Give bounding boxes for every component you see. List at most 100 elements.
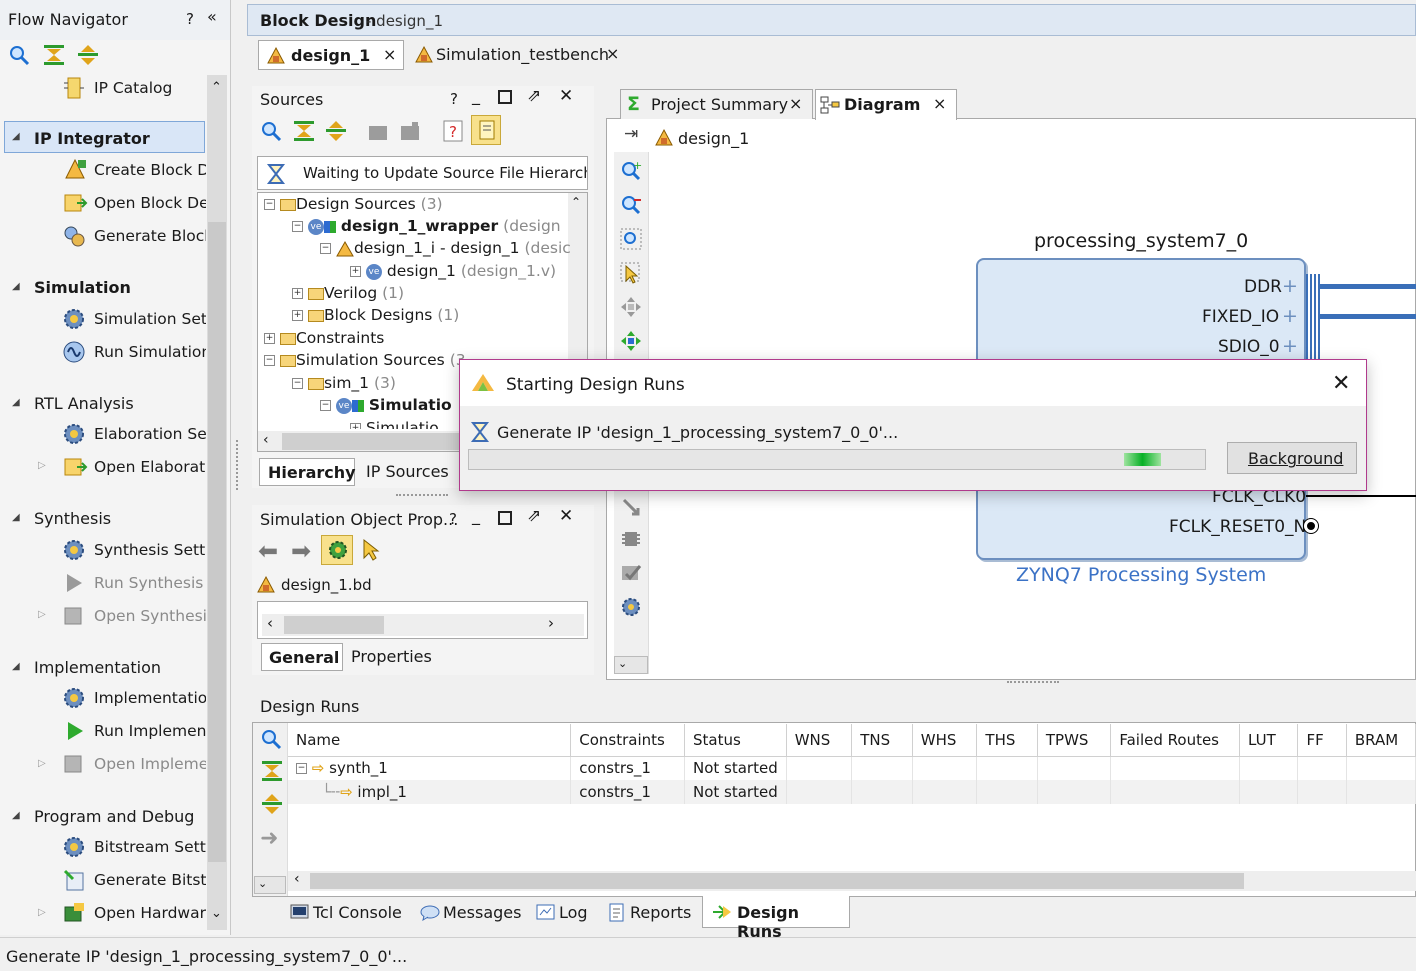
tree-item-block-designs[interactable]: + Block Designs (1): [292, 306, 459, 324]
fixed-io-net[interactable]: [1320, 314, 1416, 319]
tree-toggle[interactable]: +: [292, 310, 303, 321]
tree-item-design-1-i[interactable]: − design_1_i - design_1 (desic: [320, 239, 571, 257]
select-area-icon[interactable]: [620, 262, 642, 284]
close-icon[interactable]: ×: [383, 45, 396, 64]
gear-icon[interactable]: [620, 596, 642, 618]
rtl-analysis-label[interactable]: RTL Analysis: [34, 394, 134, 413]
tree-item-design-1-v[interactable]: + ve design_1 (design_1.v): [350, 262, 556, 280]
collapsed-arrow-icon[interactable]: ▷: [38, 907, 46, 918]
scrollbar-thumb[interactable]: [208, 222, 226, 862]
generate-block-item[interactable]: Generate Block: [94, 227, 206, 245]
tree-item-constraints[interactable]: + Constraints: [264, 329, 384, 347]
launch-run-icon[interactable]: ➜: [260, 826, 278, 851]
close-icon[interactable]: ✕: [1332, 371, 1350, 396]
tree-toggle[interactable]: +: [350, 423, 361, 429]
help-icon[interactable]: ?: [450, 90, 458, 108]
tree-toggle[interactable]: −: [264, 355, 275, 366]
column-header-wns[interactable]: WNS: [786, 724, 853, 757]
column-header-tns[interactable]: TNS: [851, 724, 913, 757]
tab-design-1[interactable]: design_1 ×: [258, 40, 404, 70]
search-icon[interactable]: [260, 120, 284, 142]
tree-toggle[interactable]: −: [292, 378, 303, 389]
column-header-lut[interactable]: LUT: [1239, 724, 1299, 757]
tree-toggle[interactable]: +: [264, 333, 275, 344]
show-hierarchy-button[interactable]: [471, 115, 501, 145]
column-header-name[interactable]: Name: [288, 724, 572, 757]
maximize-icon[interactable]: [498, 511, 512, 525]
scroll-left-icon[interactable]: ‹: [294, 871, 300, 887]
column-header-tpws[interactable]: TPWS: [1037, 724, 1112, 757]
port-fixed-io[interactable]: FIXED_IO: [1202, 307, 1279, 327]
scroll-left-icon[interactable]: ‹: [267, 614, 273, 632]
scroll-down-icon[interactable]: ⌄: [618, 657, 627, 670]
expand-all-icon[interactable]: ⇥: [624, 124, 638, 144]
column-header-failed-routes[interactable]: Failed Routes: [1110, 724, 1240, 757]
expand-all-icon[interactable]: [260, 793, 284, 815]
open-elaborated-item[interactable]: Open Elaborate: [94, 458, 206, 476]
auto-update-button[interactable]: [321, 535, 353, 565]
implementation-settings-item[interactable]: Implementation: [94, 689, 206, 707]
run-implementation-item[interactable]: Run Implementa: [94, 722, 206, 740]
minimize-icon[interactable]: _: [472, 506, 480, 525]
fclk-clk0-net[interactable]: [1306, 495, 1416, 497]
expand-arrow-icon[interactable]: ◢: [12, 810, 20, 821]
scroll-right-icon[interactable]: ›: [548, 614, 554, 632]
open-implemented-item[interactable]: Open Implemen: [94, 755, 206, 773]
collapse-all-icon[interactable]: [292, 120, 316, 142]
column-header-ff[interactable]: FF: [1297, 724, 1347, 757]
port-fclk-reset0-n[interactable]: FCLK_RESET0_N: [1169, 517, 1306, 537]
close-icon[interactable]: ✕: [559, 86, 573, 106]
forward-arrow-icon[interactable]: ➡: [291, 537, 311, 565]
float-icon[interactable]: ⇗: [527, 86, 541, 106]
cursor-icon[interactable]: [360, 538, 380, 562]
column-header-bram[interactable]: BRAM: [1346, 724, 1416, 757]
collapsed-arrow-icon[interactable]: ▷: [38, 758, 46, 769]
scroll-down-icon[interactable]: ⌄: [258, 877, 267, 890]
scroll-up-icon[interactable]: ⌃: [571, 195, 581, 209]
collapse-all-icon[interactable]: [42, 44, 66, 66]
expand-arrow-icon[interactable]: ◢: [12, 512, 20, 523]
expand-port-icon[interactable]: +: [1282, 275, 1298, 297]
column-header-whs[interactable]: WHS: [912, 724, 978, 757]
zoom-fit-icon[interactable]: [620, 228, 642, 250]
expand-arrow-icon[interactable]: ◢: [12, 661, 20, 672]
help-icon[interactable]: ?: [449, 510, 457, 528]
expand-all-icon[interactable]: [324, 120, 348, 142]
open-synthesized-item[interactable]: Open Synthesiz: [94, 607, 206, 625]
route-icon[interactable]: [620, 496, 642, 518]
scroll-up-icon[interactable]: ⌃: [211, 80, 222, 95]
tree-item-sim-sources[interactable]: − Simulation Sources (3: [264, 351, 466, 369]
open-hardware-item[interactable]: Open Hardware: [94, 904, 206, 922]
close-icon[interactable]: ✕: [559, 506, 573, 526]
reset-port-pin[interactable]: [1304, 519, 1318, 533]
elaboration-settings-item[interactable]: Elaboration Set: [94, 425, 206, 443]
collapsed-arrow-icon[interactable]: ▷: [38, 609, 46, 620]
synthesis-label[interactable]: Synthesis: [34, 509, 111, 528]
expand-port-icon[interactable]: +: [1282, 305, 1298, 327]
simulation-label[interactable]: Simulation: [34, 278, 131, 297]
table-row[interactable]: └╌⇨ impl_1 constrs_1 Not started: [288, 780, 1416, 804]
tab-project-summary[interactable]: Σ Project Summary ×: [620, 89, 813, 119]
run-simulation-item[interactable]: Run Simulation: [94, 343, 206, 361]
expand-all-icon[interactable]: [76, 44, 100, 66]
tab-log[interactable]: Log: [530, 898, 594, 926]
expand-arrow-icon[interactable]: ◢: [12, 281, 20, 292]
tree-item-simulation-child[interactable]: + Simulatio: [350, 419, 439, 429]
implementation-label[interactable]: Implementation: [34, 658, 161, 677]
run-synthesis-item[interactable]: Run Synthesis: [94, 574, 206, 592]
ip-settings-icon[interactable]: [398, 120, 422, 142]
bitstream-settings-item[interactable]: Bitstream Settir: [94, 838, 206, 856]
create-block-design-item[interactable]: Create Block De: [94, 161, 206, 179]
ddr-net[interactable]: [1320, 284, 1416, 289]
hscroll-thumb[interactable]: [310, 873, 1244, 889]
tree-item-sim-1[interactable]: − sim_1 (3): [292, 374, 396, 392]
tree-item-wrapper[interactable]: − ve design_1_wrapper (design: [292, 217, 561, 235]
synthesis-settings-item[interactable]: Synthesis Settir: [94, 541, 206, 559]
tree-item-simulation[interactable]: − ve Simulatio: [320, 396, 452, 414]
tree-toggle[interactable]: −: [292, 221, 303, 232]
tab-properties[interactable]: Properties: [344, 643, 436, 671]
runs-toolbar-scroll[interactable]: ⌄: [254, 876, 286, 894]
back-arrow-icon[interactable]: ⬅: [258, 537, 278, 565]
tree-item-design-sources[interactable]: − Design Sources (3): [264, 195, 443, 213]
ip-catalog-item[interactable]: IP Catalog: [94, 79, 172, 97]
